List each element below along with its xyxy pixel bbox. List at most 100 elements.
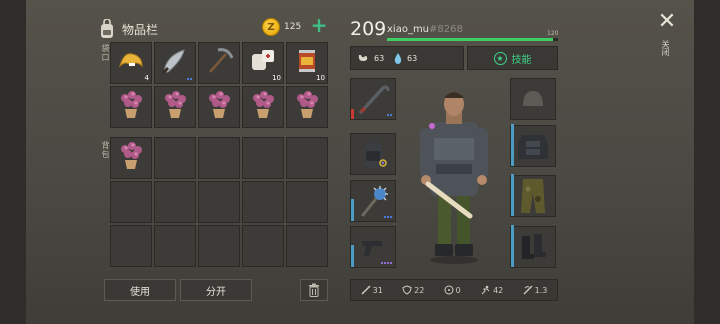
stats-bar: 31 22 0 42 1.3 xyxy=(350,279,558,301)
durability-bar xyxy=(511,225,514,267)
backpack-slot[interactable] xyxy=(350,133,396,175)
radiation-stat: 0 xyxy=(444,285,461,295)
inventory-slot[interactable] xyxy=(110,137,152,179)
inventory-slot[interactable] xyxy=(198,137,240,179)
inventory-slot[interactable] xyxy=(154,42,196,84)
star-icon: ★ xyxy=(493,51,507,65)
coin-count: 125 xyxy=(284,22,302,32)
trash-icon xyxy=(309,283,319,297)
inventory-slot[interactable] xyxy=(242,225,284,267)
hp-bar-fill xyxy=(387,38,553,41)
camo-pants-icon xyxy=(521,179,545,213)
inventory-slot[interactable] xyxy=(198,181,240,223)
inventory-slot[interactable] xyxy=(154,86,196,128)
player-level: 209 xyxy=(350,18,387,40)
inventory-slot[interactable] xyxy=(154,225,196,267)
weapon-slot-2[interactable] xyxy=(350,180,396,222)
item-count: 10 xyxy=(272,74,281,82)
inventory-slot[interactable] xyxy=(242,86,284,128)
durability-bar xyxy=(511,174,514,216)
inventory-slot[interactable] xyxy=(110,181,152,223)
potted-flower-icon xyxy=(292,90,322,124)
durability-bar xyxy=(351,245,354,267)
sidearm-slot[interactable] xyxy=(350,226,396,268)
coin-icon: Z xyxy=(262,18,280,36)
inventory-slot[interactable]: 10 xyxy=(242,42,284,84)
potted-flower-icon xyxy=(204,90,234,124)
inventory-slot[interactable] xyxy=(198,225,240,267)
hp-max: 120 xyxy=(547,30,559,37)
defense-value: 22 xyxy=(414,285,425,295)
body-armor-slot[interactable] xyxy=(510,124,556,167)
radiation-icon xyxy=(444,285,454,295)
durability-bar xyxy=(511,124,514,166)
inventory-slot[interactable] xyxy=(242,181,284,223)
add-coins-button[interactable]: + xyxy=(310,15,328,36)
food-value: 63 xyxy=(374,53,385,63)
running-icon xyxy=(481,285,490,295)
sword-icon xyxy=(361,285,371,295)
helmet-slot[interactable] xyxy=(510,78,556,120)
tactical-backpack-icon xyxy=(364,139,387,167)
use-button[interactable]: 使用 xyxy=(104,279,176,301)
close-button[interactable]: ✕ xyxy=(656,11,678,34)
pocket-grid: 4 10 10 xyxy=(110,42,328,128)
durability-marker xyxy=(351,109,354,119)
inventory-slot[interactable] xyxy=(154,137,196,179)
crowbar-icon xyxy=(359,85,390,114)
coin-display: Z 125 xyxy=(262,18,301,36)
inventory-slot[interactable] xyxy=(198,86,240,128)
inventory-slot[interactable] xyxy=(154,181,196,223)
inventory-slot[interactable] xyxy=(110,86,152,128)
inventory-slot[interactable]: 10 xyxy=(286,42,328,84)
stomach-icon xyxy=(358,55,368,61)
inventory-slot[interactable] xyxy=(286,181,328,223)
inventory-slot[interactable] xyxy=(286,86,328,128)
trash-button[interactable] xyxy=(300,279,328,301)
backpack-grid xyxy=(110,137,328,267)
inventory-slot[interactable] xyxy=(286,225,328,267)
water-stat: 63 xyxy=(388,46,464,70)
potted-flower-icon xyxy=(116,141,146,175)
username-text: xiao_mu xyxy=(387,24,430,35)
speed-value: 42 xyxy=(493,285,504,295)
rarity-dots xyxy=(387,114,392,116)
potted-flower-icon xyxy=(160,90,190,124)
inventory-title: 物品栏 xyxy=(122,22,159,37)
rarity-dots xyxy=(187,78,192,80)
inventory-slot[interactable] xyxy=(242,137,284,179)
weapon-speed-stat: 1.3 xyxy=(523,285,548,295)
potted-flower-icon xyxy=(248,90,278,124)
fortune-cookie-icon xyxy=(116,46,146,80)
attack-value: 31 xyxy=(372,285,383,295)
item-count: 4 xyxy=(144,74,149,82)
weapon-speed-value: 1.3 xyxy=(534,285,548,295)
shield-icon xyxy=(402,285,412,295)
pants-slot[interactable] xyxy=(510,174,556,217)
weapon-slot-1[interactable] xyxy=(350,78,396,120)
inventory-slot[interactable] xyxy=(286,137,328,179)
right-edge xyxy=(694,0,720,324)
helmet-icon xyxy=(523,91,543,106)
spiked-mace-icon xyxy=(361,186,388,217)
split-button[interactable]: 分开 xyxy=(180,279,252,301)
inventory-slot[interactable] xyxy=(110,225,152,267)
inventory-slot[interactable] xyxy=(198,42,240,84)
inventory-slot[interactable]: 4 xyxy=(110,42,152,84)
close-label: 关闭 xyxy=(661,40,670,56)
body-armor-icon xyxy=(518,135,548,159)
boots-icon xyxy=(522,234,546,259)
character-model xyxy=(420,92,488,264)
durability-bar xyxy=(351,199,354,221)
water-value: 63 xyxy=(407,53,418,63)
user-tag: #8268 xyxy=(429,24,463,35)
boots-slot[interactable] xyxy=(510,225,556,268)
item-count: 10 xyxy=(316,74,325,82)
hp-bar xyxy=(387,38,558,41)
rarity-dots xyxy=(384,216,392,218)
radiation-value: 0 xyxy=(455,285,461,295)
rarity-dots xyxy=(381,262,392,264)
backpack-icon xyxy=(101,19,113,38)
left-edge xyxy=(0,0,26,324)
skills-button[interactable]: ★ 技能 xyxy=(467,46,558,70)
